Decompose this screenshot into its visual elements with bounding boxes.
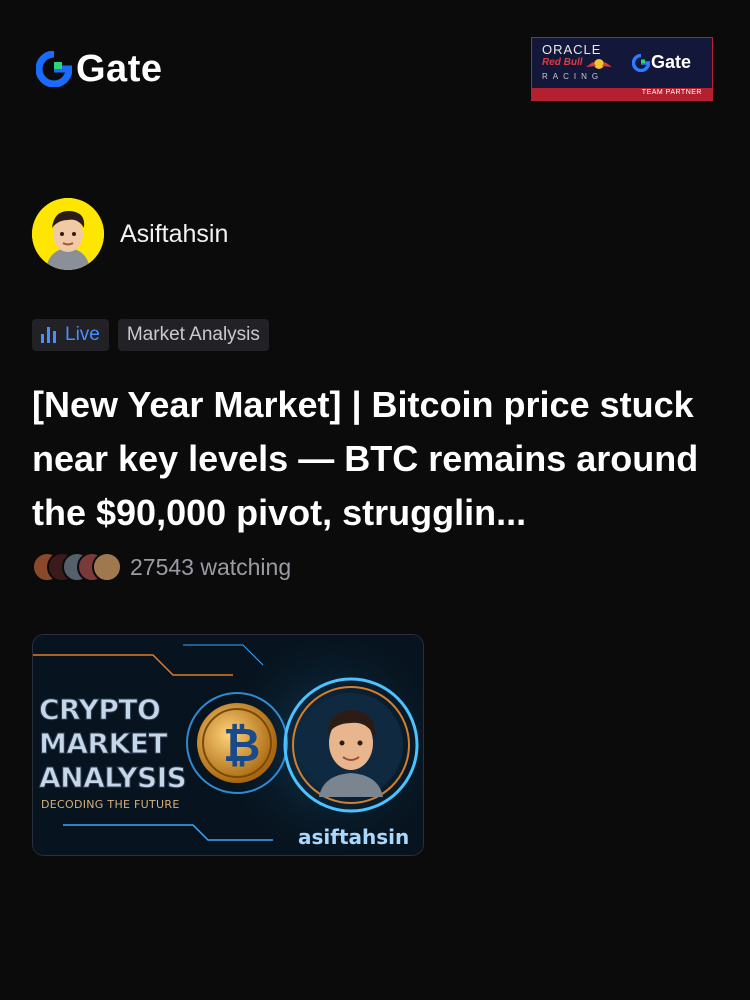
gate-logo-icon — [632, 53, 650, 72]
live-label: Live — [65, 324, 100, 345]
gate-logo[interactable]: Gate — [36, 49, 162, 89]
thumbnail-handle: asiftahsin — [298, 825, 410, 849]
partner-racing-text: RACING — [542, 72, 604, 81]
category-tag[interactable]: Market Analysis — [117, 319, 269, 351]
redbull-icon — [586, 59, 612, 69]
category-label: Market Analysis — [126, 324, 260, 345]
partner-redbull-text: Red Bull — [542, 57, 583, 68]
partner-strip: TEAM PARTNER — [532, 88, 712, 100]
thumbnail-title: CRYPTO MARKET ANALYSIS — [38, 693, 187, 795]
author-name[interactable]: Asiftahsin — [120, 220, 228, 249]
post-tags: Live Market Analysis — [32, 319, 269, 351]
thumbnail-subtitle: DECODING THE FUTURE — [41, 798, 180, 811]
avatar-face-icon — [32, 198, 104, 270]
watcher-avatars — [32, 552, 122, 582]
thumbnail-line: ANALYSIS — [38, 761, 187, 795]
partner-gate-logo: Gate — [632, 52, 691, 73]
thumbnail-line: CRYPTO — [38, 693, 161, 727]
partner-oracle-text: ORACLE — [542, 42, 602, 57]
post-thumbnail[interactable]: ₿ CRYPTO MARKET ANALYSIS DECODING THE FU… — [32, 634, 424, 856]
svg-text:₿: ₿ — [223, 718, 261, 772]
post-title[interactable]: [New Year Market] | Bitcoin price stuck … — [32, 378, 722, 540]
watching-row: 27543 watching — [32, 552, 291, 582]
gate-logo-icon — [36, 51, 72, 87]
thumbnail-line: MARKET — [38, 727, 168, 761]
live-bars-icon — [41, 327, 56, 343]
live-tag[interactable]: Live — [32, 319, 109, 351]
watching-count: 27543 watching — [130, 553, 292, 580]
avatar[interactable] — [32, 198, 104, 270]
partner-badge[interactable]: ORACLE Red Bull RACING Gate TEAM PARTNER — [531, 37, 713, 101]
watcher-avatar — [92, 552, 122, 582]
brand-name: Gate — [76, 48, 163, 90]
author-row[interactable]: Asiftahsin — [32, 198, 228, 270]
header: Gate ORACLE Red Bull RACING Gate TEAM PA… — [0, 0, 750, 140]
